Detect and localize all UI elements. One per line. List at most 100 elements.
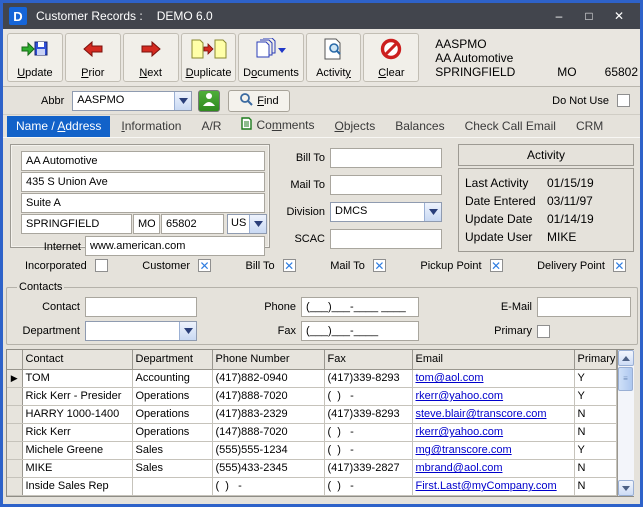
table-row[interactable]: MIKE Sales (555)433-2345 (417)339-2827 m…	[7, 459, 617, 478]
documents-button[interactable]: Documents	[238, 33, 304, 82]
clear-button[interactable]: Clear	[363, 33, 420, 82]
cell-email-link[interactable]: steve.blair@transcore.com	[412, 405, 575, 424]
bill-to-field[interactable]	[330, 148, 442, 168]
abbr-combobox[interactable]: AASPMO	[72, 90, 193, 111]
table-row[interactable]: Michele Greene Sales (555)555-1234 ( ) -…	[7, 441, 617, 460]
cell-phone[interactable]: (147)888-7020	[212, 423, 325, 442]
cell-department[interactable]: Operations	[132, 387, 213, 406]
mail-to-checkbox[interactable]	[372, 259, 386, 272]
address-line1-field[interactable]	[21, 172, 265, 192]
close-button[interactable]: ✕	[612, 9, 626, 23]
cell-contact[interactable]: Michele Greene	[22, 441, 133, 460]
cell-department[interactable]: Operations	[132, 423, 213, 442]
cell-phone[interactable]: (555)433-2345	[212, 459, 325, 478]
pickup-point-checkbox[interactable]	[489, 259, 503, 272]
cell-email-link[interactable]: First.Last@myCompany.com	[412, 477, 575, 497]
fax-field[interactable]	[301, 321, 419, 341]
cell-department[interactable]: Operations	[132, 405, 213, 424]
scroll-up-button[interactable]	[617, 350, 634, 366]
cell-fax[interactable]: ( ) -	[324, 423, 413, 442]
update-button[interactable]: Update	[7, 33, 63, 82]
minimize-button[interactable]: –	[552, 9, 566, 23]
tab-comments[interactable]: Comments	[232, 114, 323, 137]
row-indicator[interactable]: ▶	[7, 369, 23, 388]
cell-department[interactable]: Sales	[132, 441, 213, 460]
table-row[interactable]: ▶ TOM Accounting (417)882-0940 (417)339-…	[7, 369, 617, 388]
prior-button[interactable]: Prior	[64, 33, 121, 82]
cell-email-link[interactable]: rkerr@yahoo.com	[412, 423, 575, 442]
delivery-point-checkbox[interactable]	[612, 259, 626, 272]
duplicate-button[interactable]: Duplicate	[180, 33, 237, 82]
cell-contact[interactable]: Rick Kerr - Presider	[22, 387, 133, 406]
phone-field[interactable]	[301, 297, 419, 317]
vertical-scrollbar[interactable]: ≡	[616, 350, 634, 496]
cell-primary[interactable]: N	[574, 459, 617, 478]
cell-primary[interactable]: Y	[574, 387, 617, 406]
contact-field[interactable]	[85, 297, 197, 317]
incorporated-checkbox[interactable]	[94, 259, 108, 272]
company-name-field[interactable]	[21, 151, 265, 171]
find-button[interactable]: Find	[228, 89, 290, 112]
maximize-button[interactable]: □	[582, 9, 596, 23]
zip-field[interactable]	[161, 214, 224, 234]
cell-phone[interactable]: (555)555-1234	[212, 441, 325, 460]
cell-contact[interactable]: Inside Sales Rep	[22, 477, 133, 497]
cell-contact[interactable]: HARRY 1000-1400	[22, 405, 133, 424]
cell-contact[interactable]: MIKE	[22, 459, 133, 478]
cell-fax[interactable]: (417)339-2827	[324, 459, 413, 478]
department-combobox[interactable]	[85, 321, 197, 341]
cell-department[interactable]	[132, 477, 213, 497]
cell-phone[interactable]: (417)882-0940	[212, 369, 325, 388]
do-not-use-checkbox[interactable]	[617, 94, 630, 107]
next-button[interactable]: Next	[122, 33, 179, 82]
row-indicator[interactable]	[7, 405, 23, 424]
tab-name-address[interactable]: Name / Address	[7, 116, 111, 137]
cell-contact[interactable]: Rick Kerr	[22, 423, 133, 442]
column-header-primary[interactable]: Primary	[574, 350, 617, 370]
internet-field[interactable]	[85, 236, 265, 256]
cell-contact[interactable]: TOM	[22, 369, 133, 388]
tab-check-call-email[interactable]: Check Call Email	[456, 116, 565, 137]
table-row[interactable]: Rick Kerr - Presider Operations (417)888…	[7, 387, 617, 406]
row-indicator[interactable]	[7, 387, 23, 406]
cell-primary[interactable]: Y	[574, 441, 617, 460]
row-indicator[interactable]	[7, 423, 23, 442]
country-combobox[interactable]: US	[227, 214, 268, 234]
activity-button[interactable]: Activity	[305, 33, 362, 82]
email-field[interactable]	[537, 297, 631, 317]
column-header-phone[interactable]: Phone Number	[212, 350, 325, 370]
cell-email-link[interactable]: mbrand@aol.com	[412, 459, 575, 478]
country-dropdown-button[interactable]	[249, 215, 267, 233]
cell-phone[interactable]: ( ) -	[212, 477, 325, 497]
cell-fax[interactable]: (417)339-8293	[324, 405, 413, 424]
cell-primary[interactable]: N	[574, 423, 617, 442]
tab-information[interactable]: Information	[112, 116, 190, 137]
contact-lookup-button[interactable]	[198, 89, 221, 112]
scac-field[interactable]	[330, 229, 442, 249]
cell-email-link[interactable]: tom@aol.com	[412, 369, 575, 388]
row-indicator[interactable]	[7, 441, 23, 460]
table-row[interactable]: Rick Kerr Operations (147)888-7020 ( ) -…	[7, 423, 617, 442]
cell-fax[interactable]: ( ) -	[324, 387, 413, 406]
department-dropdown-button[interactable]	[179, 322, 196, 340]
cell-primary[interactable]: Y	[574, 369, 617, 388]
cell-fax[interactable]: ( ) -	[324, 441, 413, 460]
tab-ar[interactable]: A/R	[192, 116, 230, 137]
tab-objects[interactable]: Objects	[326, 116, 385, 137]
scrollbar-thumb[interactable]: ≡	[618, 367, 633, 391]
scroll-down-button[interactable]	[617, 480, 634, 496]
table-row[interactable]: Inside Sales Rep ( ) - ( ) - First.Last@…	[7, 477, 617, 497]
bill-to-checkbox[interactable]	[282, 259, 296, 272]
primary-checkbox[interactable]	[537, 324, 550, 338]
cell-department[interactable]: Accounting	[132, 369, 213, 388]
division-dropdown-button[interactable]	[424, 203, 441, 221]
table-row[interactable]: HARRY 1000-1400 Operations (417)883-2329…	[7, 405, 617, 424]
row-indicator[interactable]	[7, 459, 23, 478]
row-indicator[interactable]	[7, 477, 23, 497]
address-line2-field[interactable]	[21, 193, 265, 213]
abbr-dropdown-button[interactable]	[174, 91, 192, 110]
cell-email-link[interactable]: rkerr@yahoo.com	[412, 387, 575, 406]
cell-email-link[interactable]: mg@transcore.com	[412, 441, 575, 460]
customer-checkbox[interactable]	[197, 259, 211, 272]
state-field[interactable]	[133, 214, 160, 234]
